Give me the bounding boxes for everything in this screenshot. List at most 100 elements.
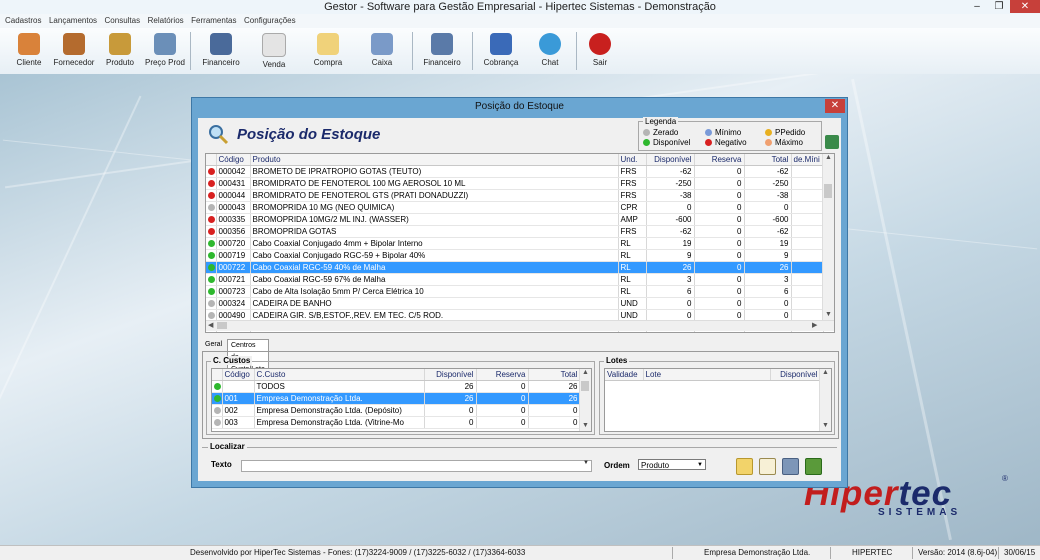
scroll-down-icon[interactable]: ▼ bbox=[582, 422, 589, 429]
menu-cadastros[interactable]: Cadastros bbox=[5, 14, 41, 28]
legend-label: Máximo bbox=[775, 138, 804, 147]
scroll-up-icon[interactable]: ▲ bbox=[582, 369, 589, 376]
menu-relatorios[interactable]: Relatórios bbox=[148, 14, 184, 28]
table-row[interactable]: 000356 BROMOPRIDA GOTAS FRS -62 0 -62 bbox=[206, 225, 824, 238]
ccustos-header-status bbox=[212, 369, 223, 381]
scroll-left-icon[interactable]: ◀ bbox=[208, 321, 213, 329]
toolbar-financeiro2-button[interactable]: Financeiro bbox=[420, 30, 464, 72]
grid-header-disponivel[interactable]: Disponível bbox=[646, 154, 695, 166]
grid-header-codigo[interactable]: Código bbox=[216, 154, 251, 166]
lotes-header-lote[interactable]: Lote bbox=[643, 369, 771, 381]
lotes-scrollbar[interactable]: ▲ ▼ bbox=[819, 369, 831, 431]
stock-grid[interactable]: Código Produto Und. Disponível Reserva T… bbox=[205, 153, 835, 333]
note-button[interactable] bbox=[736, 458, 753, 475]
cell-total: 26 bbox=[528, 380, 581, 393]
menu-ferramentas[interactable]: Ferramentas bbox=[191, 14, 236, 28]
lotes-caption: Lotes bbox=[604, 356, 630, 365]
grid-header-reserva[interactable]: Reserva bbox=[694, 154, 745, 166]
row-status-cell bbox=[206, 201, 217, 214]
scroll-right-icon[interactable]: ▶ bbox=[812, 321, 817, 329]
table-row[interactable]: 000720 Cabo Coaxial Conjugado 4mm + Bipol… bbox=[206, 237, 824, 250]
row-status-cell bbox=[206, 225, 217, 238]
grid-header-und[interactable]: Und. bbox=[618, 154, 647, 166]
grid-header-produto[interactable]: Produto bbox=[250, 154, 619, 166]
status-bar: Desenvolvido por HiperTec Sistemas - Fon… bbox=[0, 545, 1040, 560]
lotes-header-validade[interactable]: Validade bbox=[605, 369, 644, 381]
ordem-select[interactable]: Produto ▼ bbox=[638, 459, 706, 470]
table-row[interactable]: 000042 BROMETO DE IPRATROPIO GOTAS (TEUTO… bbox=[206, 165, 824, 178]
modal-close-button[interactable]: ✕ bbox=[825, 99, 845, 113]
export-button[interactable] bbox=[805, 458, 822, 475]
table-row[interactable]: 000721 Cabo Coaxial RGC-59 67% de Malha RL… bbox=[206, 273, 824, 286]
table-row[interactable]: 000722 Cabo Coaxial RGC-59 40% de Malha RL… bbox=[206, 261, 824, 274]
table-row[interactable]: 003 Empresa Demonstração Ltda. (Vitrine-M… bbox=[212, 416, 581, 429]
table-row[interactable]: 000043 BROMOPRIDA 10 MG (NEO QUIMICA) CPR 0… bbox=[206, 201, 824, 214]
ccustos-group: C. Custos Código C.Custo Disponível Rese… bbox=[206, 356, 595, 435]
table-row[interactable]: 000044 BROMIDRATO DE FENOTEROL GTS (PRATI… bbox=[206, 189, 824, 202]
menu-consultas[interactable]: Consultas bbox=[105, 14, 141, 28]
table-row[interactable]: 000431 BROMIDRATO DE FENOTEROL 100 MG AER… bbox=[206, 177, 824, 190]
toolbar-cliente-button[interactable]: Cliente bbox=[7, 30, 51, 72]
scroll-up-icon[interactable]: ▲ bbox=[822, 369, 829, 376]
toolbar-compra-button[interactable]: Compra bbox=[306, 30, 350, 72]
row-status-cell bbox=[206, 297, 217, 310]
grid-header-status bbox=[206, 154, 217, 166]
scroll-thumb[interactable] bbox=[824, 184, 832, 198]
table-row[interactable]: 000723 Cabo de Alta Isolação 5mm P/ Cerca… bbox=[206, 285, 824, 298]
ccustos-header-reserva[interactable]: Reserva bbox=[476, 369, 529, 381]
ccustos-header-ccusto[interactable]: C.Custo bbox=[254, 369, 425, 381]
minimize-button[interactable]: – bbox=[966, 0, 988, 13]
dropdown-arrow-icon[interactable]: ▼ bbox=[583, 460, 589, 466]
toolbar-produto-button[interactable]: Produto bbox=[98, 30, 142, 72]
table-row[interactable]: 000335 BROMOPRIDA 10MG/2 ML INJ. (WASSER)… bbox=[206, 213, 824, 226]
scroll-thumb[interactable] bbox=[581, 381, 589, 391]
ccustos-header-disponivel[interactable]: Disponível bbox=[424, 369, 477, 381]
scroll-up-icon[interactable]: ▲ bbox=[825, 154, 832, 161]
ccustos-header-total[interactable]: Total bbox=[528, 369, 581, 381]
scroll-thumb[interactable] bbox=[217, 322, 227, 329]
table-row[interactable]: 002 Empresa Demonstração Ltda. (Depósito)… bbox=[212, 404, 581, 417]
grid-header-total[interactable]: Total bbox=[744, 154, 792, 166]
table-row[interactable]: 000324 CADEIRA DE BANHO UND 0 0 0 bbox=[206, 297, 824, 310]
ccustos-grid[interactable]: Código C.Custo Disponível Reserva Total … bbox=[211, 368, 592, 432]
restore-button[interactable]: ❐ bbox=[988, 0, 1010, 13]
toolbar-caixa-button[interactable]: Caixa bbox=[360, 30, 404, 72]
table-row[interactable]: TODOS 26 0 26 bbox=[212, 380, 581, 393]
menu-lancamentos[interactable]: Lançamentos bbox=[49, 14, 97, 28]
lotes-header-disponivel[interactable]: Disponível bbox=[770, 369, 821, 381]
cell-disp: -62 bbox=[646, 165, 695, 178]
cell-disp: 0 bbox=[424, 404, 477, 417]
edit-button[interactable] bbox=[759, 458, 776, 475]
toolbar-venda-button[interactable]: Venda bbox=[252, 30, 296, 72]
toolbar-cobranca-button[interactable]: Cobrança bbox=[479, 30, 523, 72]
refresh-button[interactable] bbox=[825, 135, 839, 149]
status-dot-icon bbox=[214, 382, 221, 390]
toolbar-sair-button[interactable]: Sair bbox=[578, 30, 622, 72]
scroll-down-icon[interactable]: ▼ bbox=[825, 311, 832, 318]
grid-vertical-scrollbar[interactable]: ▲ ▼ bbox=[822, 154, 834, 320]
toolbar-separator bbox=[190, 32, 191, 70]
table-row[interactable]: 001 Empresa Demonstração Ltda. 26 0 26 bbox=[212, 392, 581, 405]
menu-configuracoes[interactable]: Configurações bbox=[244, 14, 296, 28]
scroll-down-icon[interactable]: ▼ bbox=[822, 422, 829, 429]
toolbar-preco-prod-button[interactable]: Preço Prod bbox=[143, 30, 187, 72]
legend-negativo: Negativo bbox=[705, 138, 747, 147]
cell-disp: 26 bbox=[646, 261, 695, 274]
table-row[interactable]: 000719 Cabo Coaxial Conjugado RGC-59 + Bi… bbox=[206, 249, 824, 262]
print-button[interactable] bbox=[782, 458, 799, 475]
toolbar-fornecedor-button[interactable]: Fornecedor bbox=[52, 30, 96, 72]
grid-header-minimo[interactable]: de.Míni bbox=[791, 154, 824, 166]
tab-geral[interactable]: Geral bbox=[202, 339, 225, 351]
cell-und: FRS bbox=[618, 225, 647, 238]
ccustos-scrollbar[interactable]: ▲ ▼ bbox=[579, 369, 591, 431]
row-status-cell bbox=[206, 285, 217, 298]
ccustos-body: TODOS 26 0 26 001 Empresa Demonstração Ltda. 2… bbox=[212, 380, 581, 429]
toolbar-financeiro-button[interactable]: Financeiro bbox=[199, 30, 243, 72]
toolbar-chat-button[interactable]: Chat bbox=[528, 30, 572, 72]
grid-horizontal-scrollbar[interactable]: ◀ ▶ bbox=[206, 320, 834, 331]
lotes-grid[interactable]: Validade Lote Disponível ▲ ▼ bbox=[604, 368, 832, 432]
ccustos-header-codigo[interactable]: Código bbox=[222, 369, 255, 381]
row-status-cell bbox=[212, 404, 223, 417]
close-app-button[interactable]: ✕ bbox=[1010, 0, 1040, 13]
search-input[interactable] bbox=[241, 460, 592, 472]
